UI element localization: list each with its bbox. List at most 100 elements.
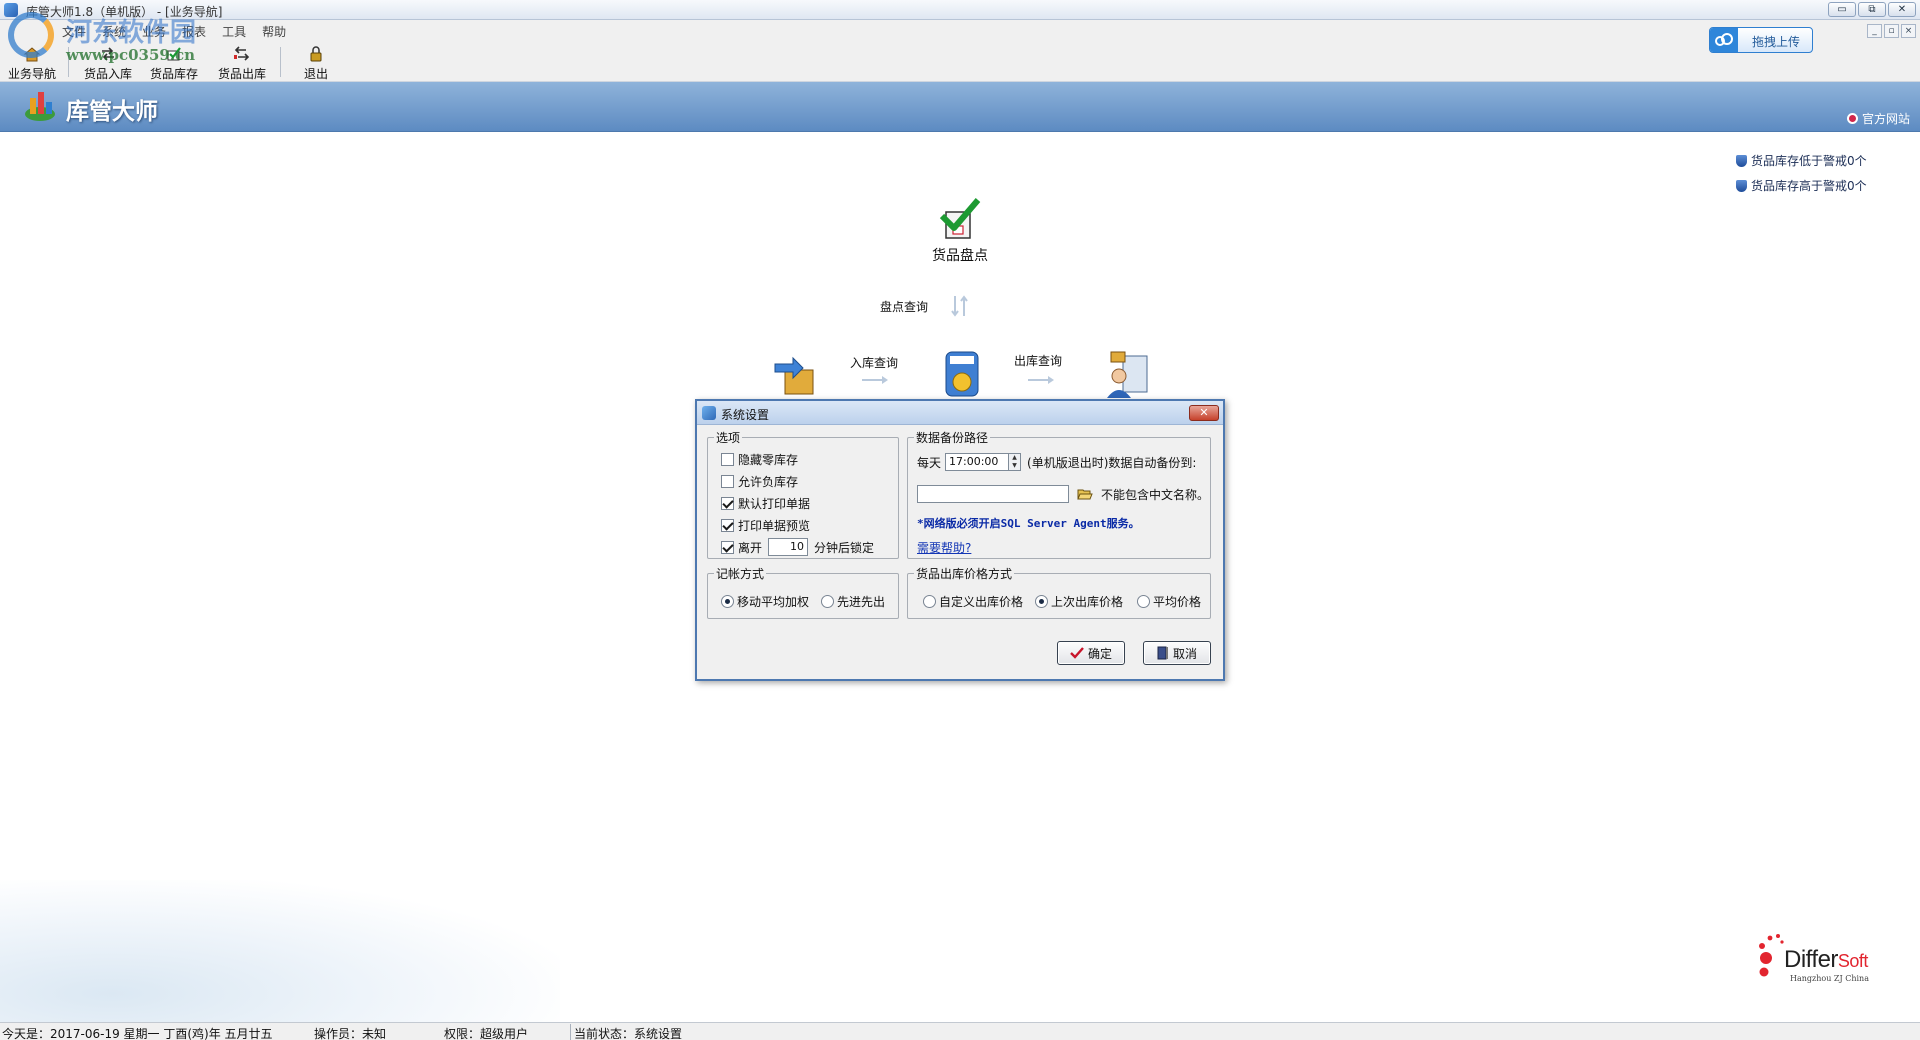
site-link-label: 官方网站	[1861, 112, 1910, 126]
backup-desc-label: (单机版退出时)数据自动备份到:	[1027, 455, 1197, 470]
outbound-person-icon	[1107, 351, 1148, 398]
minimize-button[interactable]: ▭	[1828, 2, 1856, 17]
price-last-row[interactable]: 上次出库价格	[1035, 593, 1123, 610]
shield-icon	[1736, 154, 1747, 167]
differsoft-name-suffix: Soft	[1837, 951, 1869, 971]
toolbar-out-button[interactable]: 货品出库	[214, 42, 270, 82]
sql-agent-note-text: *网络版必须开启SQL Server Agent服务。	[917, 517, 1140, 530]
brand-logo-icon	[25, 92, 55, 121]
toolbar-label: 业务导航	[7, 67, 56, 81]
menu-bar: 文件 系统 业务 报表 工具 帮助 _ ▫ ×	[0, 20, 1920, 42]
flow-in-query[interactable]: 入库查询	[850, 354, 898, 371]
last-price-radio[interactable]	[1035, 595, 1048, 608]
lock-leave-row: 离开 10 分钟后锁定	[721, 538, 874, 556]
differsoft-logo: DifferSoft Hangzhou ZJ China	[1754, 932, 1884, 988]
time-spinner[interactable]: ▲ ▼	[1009, 453, 1022, 471]
price-custom-row[interactable]: 自定义出库价格	[923, 593, 1023, 610]
no-chinese-label: 不能包含中文名称。	[1101, 487, 1210, 502]
fifo-radio[interactable]	[821, 595, 834, 608]
help-link[interactable]: 需要帮助?	[917, 539, 971, 556]
print-preview-checkbox[interactable]	[721, 519, 734, 532]
avg-price-label: 平均价格	[1153, 595, 1202, 609]
alert-high-stock[interactable]: 货品库存高于警戒0个	[1736, 173, 1867, 198]
check-clipboard-icon	[939, 198, 981, 239]
toolbar: 业务导航 货品入库 货品库存 货品出库 退出	[0, 42, 1920, 82]
last-price-label: 上次出库价格	[1051, 595, 1124, 609]
official-site-link[interactable]: 官方网站	[1846, 110, 1910, 127]
price-avg-row[interactable]: 平均价格	[1137, 593, 1201, 610]
cloud-icon	[1710, 28, 1738, 52]
toolbar-label: 货品入库	[83, 67, 132, 81]
spin-down-icon[interactable]: ▼	[1009, 462, 1020, 470]
backup-time-input[interactable]: 17:00:00	[945, 453, 1010, 471]
keyboard-phone-decoration	[0, 880, 560, 1022]
status-operator: 操作员：未知	[314, 1027, 387, 1040]
hide-zero-checkbox[interactable]	[721, 453, 734, 466]
flow-check-query[interactable]: 盘点查询	[880, 298, 928, 315]
door-exit-icon	[1157, 646, 1168, 660]
avg-price-radio[interactable]	[1137, 595, 1150, 608]
lock-suffix-label: 分钟后锁定	[814, 540, 875, 555]
options-legend: 选项	[716, 431, 741, 445]
status-date: 今天是：2017-06-19 星期一 丁酉(鸡)年 五月廿五	[2, 1027, 273, 1040]
backup-time-row: 每天 17:00:00 ▲ ▼ (单机版退出时)数据自动备份到:	[917, 453, 1196, 471]
print-preview-checkbox-row[interactable]: 打印单据预览	[721, 517, 810, 534]
brand-title: 库管大师	[66, 99, 158, 125]
backup-path-row: 不能包含中文名称。	[917, 485, 1209, 503]
close-button[interactable]: ✕	[1888, 2, 1916, 17]
default-print-checkbox[interactable]	[721, 497, 734, 510]
restore-button[interactable]: ⧉	[1858, 2, 1886, 17]
hide-zero-checkbox-row[interactable]: 隐藏零库存	[721, 451, 798, 468]
title-bar: 库管大师1.8（单机版） - [业务导航] ▭ ⧉ ✕	[0, 0, 1920, 20]
flow-arrow-icon	[1028, 376, 1054, 384]
drag-upload-button[interactable]: 拖拽上传	[1709, 27, 1813, 53]
toolbar-label: 货品库存	[149, 67, 198, 81]
accounting-moving-avg-row[interactable]: 移动平均加权	[721, 593, 809, 610]
header-banner: 库管大师 官方网站	[0, 82, 1920, 132]
app-icon	[4, 3, 18, 17]
lock-leave-checkbox[interactable]	[721, 540, 734, 554]
allow-negative-checkbox[interactable]	[721, 475, 734, 488]
flow-out-query[interactable]: 出库查询	[1014, 352, 1062, 369]
backup-legend: 数据备份路径	[916, 431, 989, 445]
export-arrow-icon	[234, 46, 250, 61]
default-print-checkbox-row[interactable]: 默认打印单据	[721, 495, 810, 512]
flow-check-node[interactable]: 货品盘点	[920, 196, 1000, 265]
accounting-fifo-row[interactable]: 先进先出	[821, 593, 885, 610]
ok-button[interactable]: 确定	[1057, 641, 1125, 665]
settings-dialog: 系统设置 ✕ 选项 隐藏零库存 允许负库存 默认打印单据 打印单据预览 离开 1…	[695, 399, 1225, 681]
differsoft-sub: Hangzhou ZJ China	[1790, 974, 1869, 983]
watermark-logo-icon	[8, 12, 54, 58]
mdi-minimize-button[interactable]: _	[1867, 24, 1882, 38]
stock-jar-icon	[945, 351, 979, 397]
dialog-app-icon	[702, 406, 716, 420]
folder-open-icon[interactable]	[1077, 487, 1093, 501]
toolbar-label: 退出	[303, 67, 328, 81]
dialog-close-button[interactable]: ✕	[1189, 405, 1219, 421]
flow-arrow-icon	[862, 376, 888, 384]
mdi-restore-button[interactable]: ▫	[1884, 24, 1899, 38]
flow-check-label: 货品盘点	[932, 248, 988, 264]
alert-label: 货品库存高于警戒0个	[1751, 179, 1867, 193]
menu-tools[interactable]: 工具	[222, 23, 246, 40]
flow-out-node[interactable]	[1104, 350, 1154, 403]
lock-minutes-input[interactable]: 10	[768, 538, 809, 556]
allow-negative-checkbox-row[interactable]: 允许负库存	[721, 473, 798, 490]
backup-path-input[interactable]	[917, 485, 1069, 503]
window-controls: ▭ ⧉ ✕	[1828, 2, 1916, 17]
up-down-arrows-icon	[951, 295, 968, 317]
differsoft-dots-icon	[1759, 934, 1784, 977]
checkmark-icon	[1070, 647, 1084, 659]
flow-stock-node[interactable]	[938, 348, 986, 403]
moving-avg-radio[interactable]	[721, 595, 734, 608]
flow-in-node[interactable]	[770, 350, 822, 403]
accounting-group: 记帐方式	[707, 565, 899, 619]
mdi-close-button[interactable]: ×	[1901, 24, 1916, 38]
alert-low-stock[interactable]: 货品库存低于警戒0个	[1736, 148, 1867, 173]
spin-up-icon[interactable]: ▲	[1009, 454, 1020, 462]
cancel-button[interactable]: 取消	[1143, 641, 1211, 665]
custom-price-radio[interactable]	[923, 595, 936, 608]
toolbar-exit-button[interactable]: 退出	[294, 42, 338, 82]
help-row: 需要帮助?	[917, 539, 971, 556]
menu-help[interactable]: 帮助	[262, 23, 286, 40]
